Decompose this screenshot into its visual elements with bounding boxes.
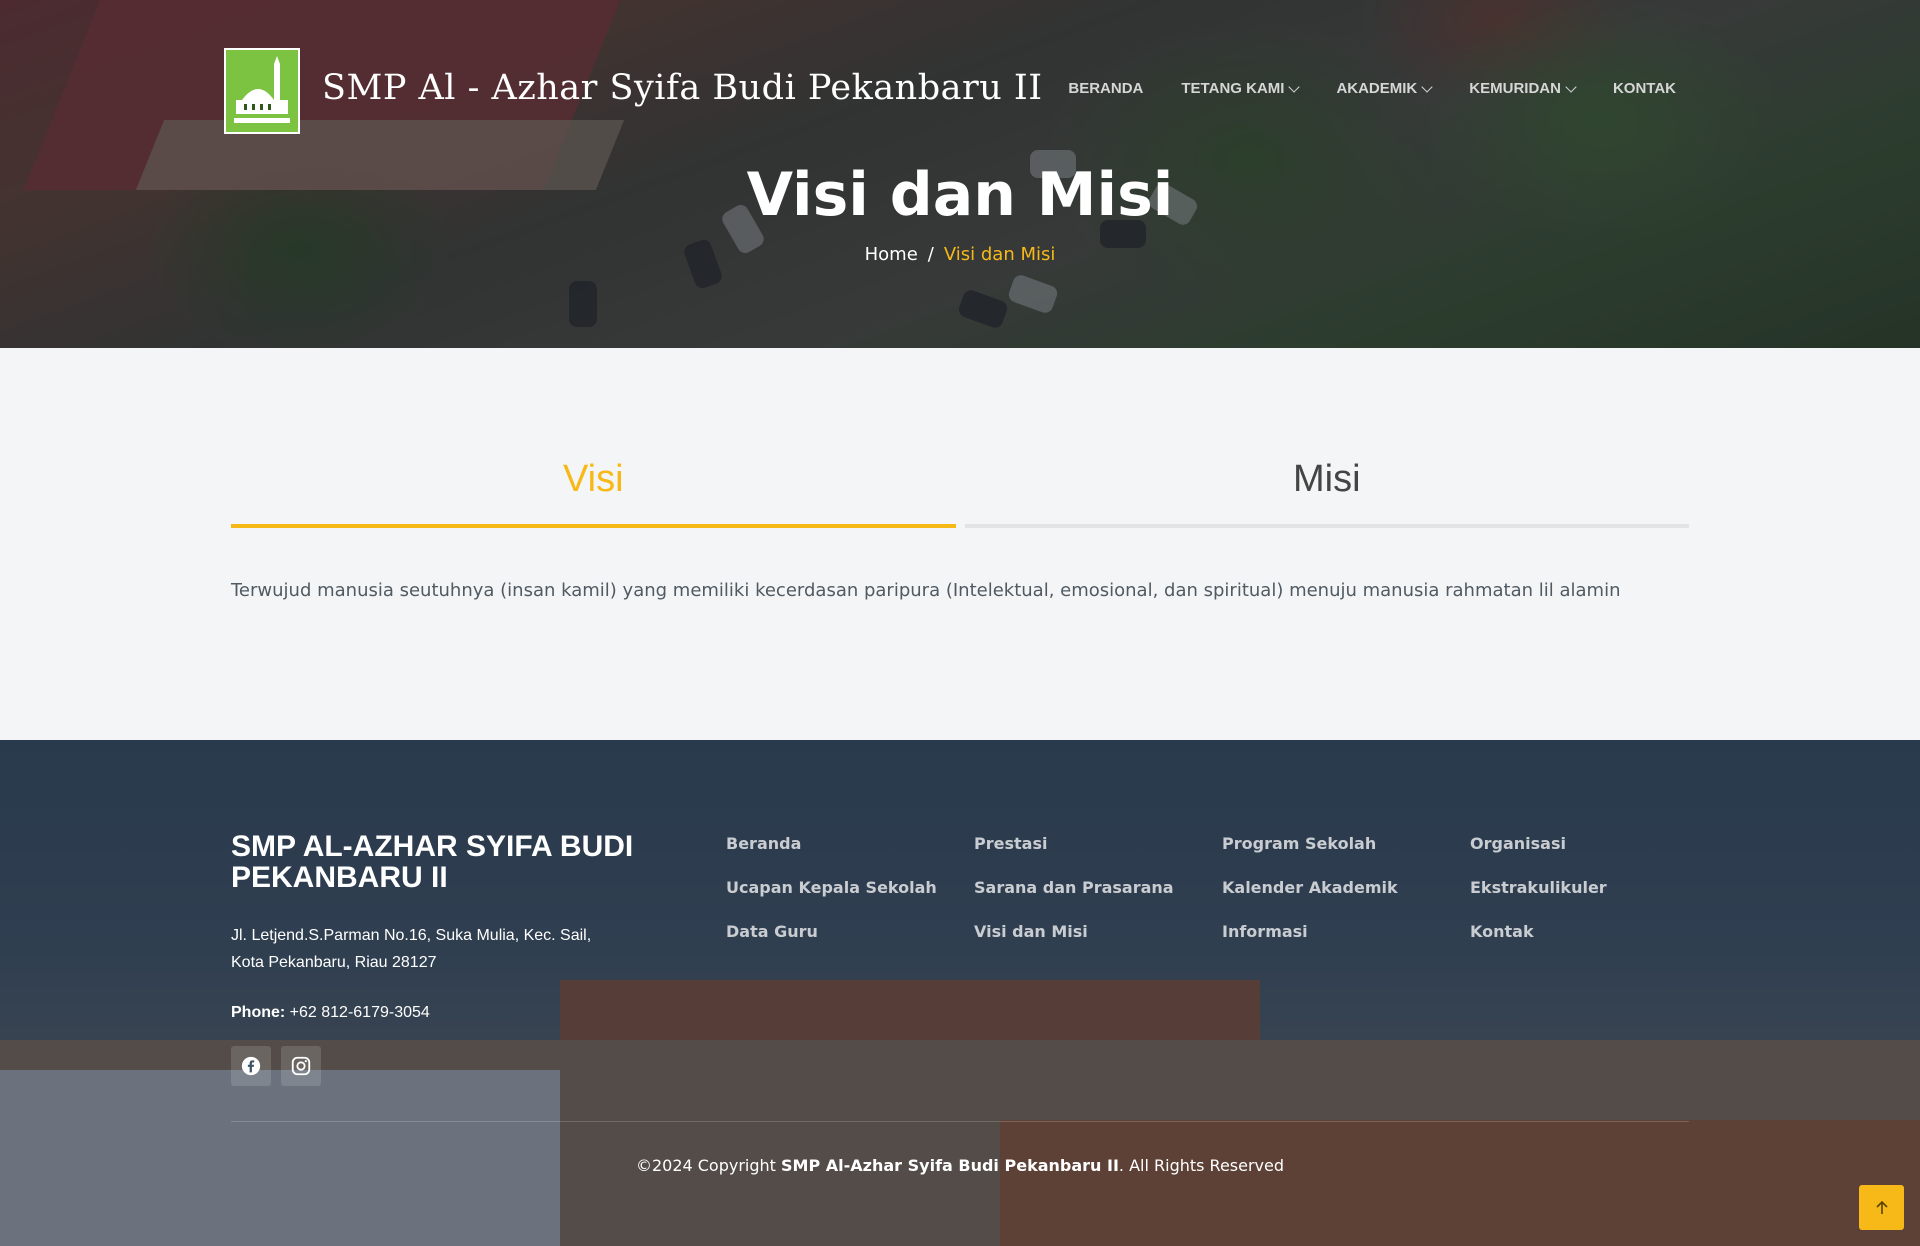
nav-item-kontak[interactable]: KONTAK bbox=[1613, 80, 1676, 97]
footer-link-kontak[interactable]: Kontak bbox=[1470, 920, 1716, 944]
visi-misi-tabs: Visi Misi bbox=[231, 452, 1689, 528]
site-footer: SMP AL-AZHAR SYIFA BUDI PEKANBARU II Jl.… bbox=[0, 740, 1920, 1246]
tab-misi[interactable]: Misi bbox=[964, 452, 1689, 528]
copyright-prefix: ©2024 Copyright bbox=[635, 1156, 776, 1175]
breadcrumb-home-link[interactable]: Home bbox=[865, 244, 918, 265]
phone-value: +62 812-6179-3054 bbox=[289, 1004, 430, 1021]
nav-label: KEMURIDAN bbox=[1469, 80, 1561, 97]
hero-background-car bbox=[1006, 272, 1060, 316]
phone-label: Phone: bbox=[231, 1004, 286, 1021]
nav-label: AKADEMIK bbox=[1336, 80, 1418, 97]
school-logo[interactable] bbox=[224, 48, 300, 134]
footer-link-prestasi[interactable]: Prestasi bbox=[974, 832, 1222, 856]
visi-text: Terwujud manusia seutuhnya (insan kamil)… bbox=[231, 580, 1621, 601]
main-nav: BERANDA TETANG KAMI AKADEMIK KEMURIDAN K… bbox=[1068, 80, 1676, 97]
footer-address: Jl. Letjend.S.Parman No.16, Suka Mulia, … bbox=[231, 922, 631, 976]
hero-background-car bbox=[569, 281, 597, 327]
footer-link-informasi[interactable]: Informasi bbox=[1222, 920, 1470, 944]
footer-link-ekstrakulikuler[interactable]: Ekstrakulikuler bbox=[1470, 876, 1716, 900]
footer-link-sarana-prasarana[interactable]: Sarana dan Prasarana bbox=[974, 876, 1222, 900]
footer-link-ucapan-kepala-sekolah[interactable]: Ucapan Kepala Sekolah bbox=[726, 876, 974, 900]
main-content: Visi Misi Terwujud manusia seutuhnya (in… bbox=[0, 348, 1920, 740]
copyright-suffix: . All Rights Reserved bbox=[1118, 1156, 1285, 1175]
nav-label: BERANDA bbox=[1068, 80, 1144, 97]
footer-link-beranda[interactable]: Beranda bbox=[726, 832, 974, 856]
footer-link-data-guru[interactable]: Data Guru bbox=[726, 920, 974, 944]
chevron-down-icon bbox=[1288, 80, 1301, 93]
footer-brand: SMP AL-AZHAR SYIFA BUDI PEKANBARU II bbox=[231, 830, 634, 894]
chevron-down-icon bbox=[1421, 80, 1433, 93]
scroll-to-top-button[interactable] bbox=[1859, 1185, 1904, 1230]
mosque-logo-icon bbox=[230, 56, 294, 126]
facebook-icon bbox=[241, 1056, 261, 1076]
address-line: Jl. Letjend.S.Parman No.16, Suka Mulia, … bbox=[231, 927, 592, 944]
tab-visi[interactable]: Visi bbox=[231, 452, 956, 528]
footer-links: Beranda Prestasi Program Sekolah Organis… bbox=[726, 832, 1716, 944]
hero-background-car bbox=[956, 287, 1010, 331]
arrow-up-icon bbox=[1875, 1200, 1888, 1214]
nav-item-kemuridan[interactable]: KEMURIDAN bbox=[1469, 80, 1577, 97]
facebook-button[interactable] bbox=[231, 1046, 271, 1086]
footer-link-kalender-akademik[interactable]: Kalender Akademik bbox=[1222, 876, 1470, 900]
nav-item-tetang-kami[interactable]: TETANG KAMI bbox=[1181, 80, 1301, 97]
page-title: Visi dan Misi bbox=[746, 160, 1174, 230]
instagram-icon bbox=[291, 1056, 311, 1076]
copyright-name: SMP Al-Azhar Syifa Budi Pekanbaru II bbox=[781, 1156, 1119, 1175]
site-header: SMP Al - Azhar Syifa Budi Pekanbaru II B… bbox=[0, 0, 1920, 180]
footer-divider bbox=[231, 1121, 1689, 1122]
nav-item-akademik[interactable]: AKADEMIK bbox=[1336, 80, 1433, 97]
nav-label: TETANG KAMI bbox=[1181, 80, 1285, 97]
footer-link-program-sekolah[interactable]: Program Sekolah bbox=[1222, 832, 1470, 856]
instagram-button[interactable] bbox=[281, 1046, 321, 1086]
footer-copyright: ©2024 Copyright SMP Al-Azhar Syifa Budi … bbox=[0, 1156, 1920, 1175]
breadcrumb-current: Visi dan Misi bbox=[943, 244, 1056, 265]
breadcrumb: Home / Visi dan Misi bbox=[0, 244, 1920, 265]
site-title[interactable]: SMP Al - Azhar Syifa Budi Pekanbaru II bbox=[322, 68, 1043, 108]
breadcrumb-separator: / bbox=[927, 244, 934, 265]
footer-phone: Phone: +62 812-6179-3054 bbox=[231, 1004, 430, 1022]
footer-link-visi-misi[interactable]: Visi dan Misi bbox=[974, 920, 1222, 944]
footer-link-organisasi[interactable]: Organisasi bbox=[1470, 832, 1716, 856]
chevron-down-icon bbox=[1565, 80, 1577, 93]
nav-item-beranda[interactable]: BERANDA bbox=[1068, 80, 1143, 97]
nav-label: KONTAK bbox=[1612, 80, 1676, 97]
address-line: Kota Pekanbaru, Riau 28127 bbox=[231, 954, 437, 971]
